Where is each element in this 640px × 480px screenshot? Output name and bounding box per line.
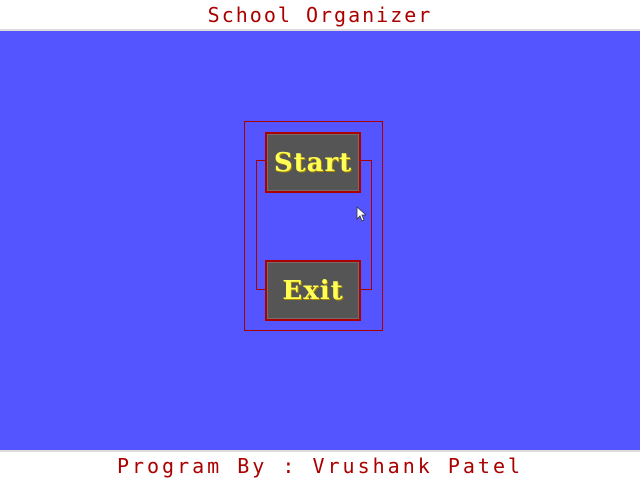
title-bar: School Organizer	[0, 0, 640, 31]
start-button[interactable]: Start	[265, 132, 361, 193]
mouse-pointer-icon	[356, 206, 366, 222]
footer-bar: Program By : Vrushank Patel	[0, 450, 640, 480]
author-credit: Program By : Vrushank Patel	[116, 454, 524, 478]
app-title: School Organizer	[207, 2, 433, 27]
exit-button-label: Exit	[282, 275, 344, 306]
app-screen: School Organizer Start Exit Program By :…	[0, 0, 640, 480]
exit-button[interactable]: Exit	[265, 260, 361, 321]
start-button-label: Start	[273, 147, 353, 178]
